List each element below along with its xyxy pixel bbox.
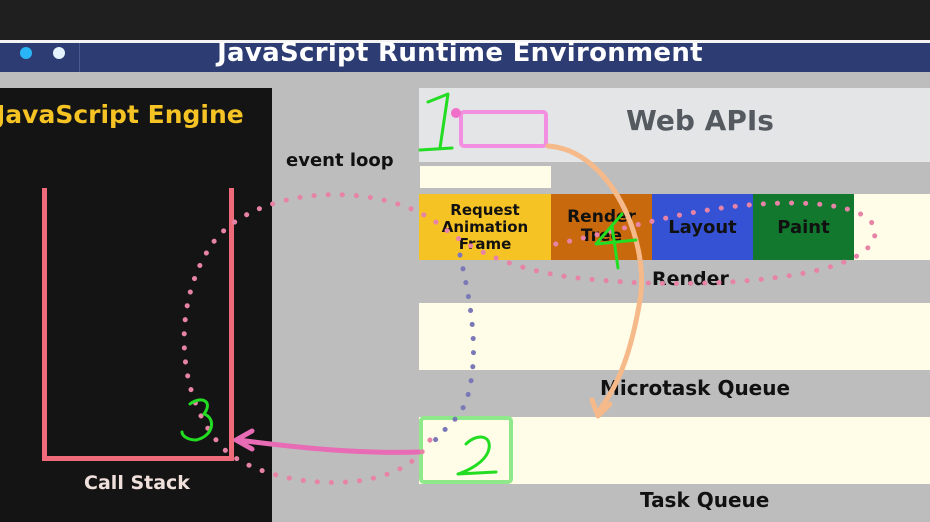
web-apis-label: Web APIs bbox=[626, 104, 774, 137]
call-stack-label: Call Stack bbox=[84, 472, 190, 494]
render-step-paint: Paint bbox=[753, 194, 854, 260]
top-dark-bar bbox=[0, 0, 930, 40]
web-api-slot bbox=[420, 166, 551, 188]
render-label: Render bbox=[652, 268, 729, 290]
call-stack-right-wall bbox=[229, 188, 234, 461]
render-step-render-tree: Render Tree bbox=[551, 194, 652, 260]
render-step-request-animation-frame: Request Animation Frame bbox=[419, 194, 551, 260]
microtask-queue-lane bbox=[419, 303, 930, 370]
callback-arrow bbox=[545, 143, 644, 415]
event-loop-label: event loop bbox=[286, 150, 394, 171]
javascript-engine-title: JavaScript Engine bbox=[0, 100, 244, 129]
callback-arrow-head bbox=[589, 397, 613, 419]
task-queue-lane bbox=[419, 417, 930, 484]
window-dot-blue bbox=[20, 47, 32, 59]
render-step-layout: Layout bbox=[652, 194, 753, 260]
page-title: JavaScript Runtime Environment bbox=[217, 38, 703, 68]
call-stack-bottom bbox=[42, 456, 234, 461]
call-stack-left-wall bbox=[42, 188, 47, 461]
task-queue-label: Task Queue bbox=[640, 488, 770, 512]
microtask-queue-label: Microtask Queue bbox=[600, 376, 791, 400]
window-dot-white bbox=[53, 47, 65, 59]
